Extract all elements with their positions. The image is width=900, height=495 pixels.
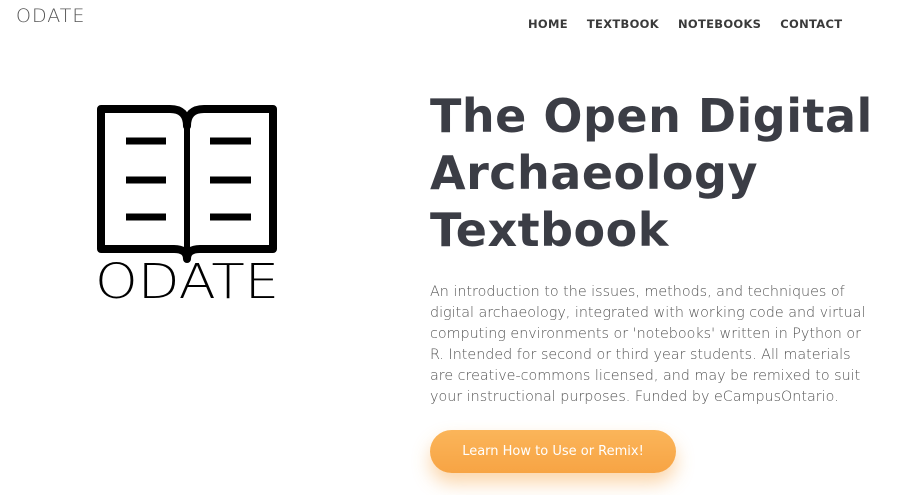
nav-home[interactable]: HOME	[528, 17, 568, 31]
odate-logo: ODATE	[95, 105, 279, 305]
nav-notebooks[interactable]: NOTEBOOKS	[678, 17, 761, 31]
learn-remix-button[interactable]: Learn How to Use or Remix!	[430, 430, 676, 473]
hero-description: An introduction to the issues, methods, …	[430, 284, 866, 405]
nav-contact[interactable]: CONTACT	[780, 17, 842, 31]
nav-textbook[interactable]: TEXTBOOK	[587, 17, 659, 31]
page-title: The Open Digital Archaeology Textbook	[430, 89, 873, 257]
main-nav: HOME TEXTBOOK NOTEBOOKS CONTACT	[528, 17, 861, 31]
logo-text: ODATE	[95, 254, 279, 305]
site-brand[interactable]: ODATE	[16, 5, 85, 27]
open-book-icon	[97, 105, 277, 263]
